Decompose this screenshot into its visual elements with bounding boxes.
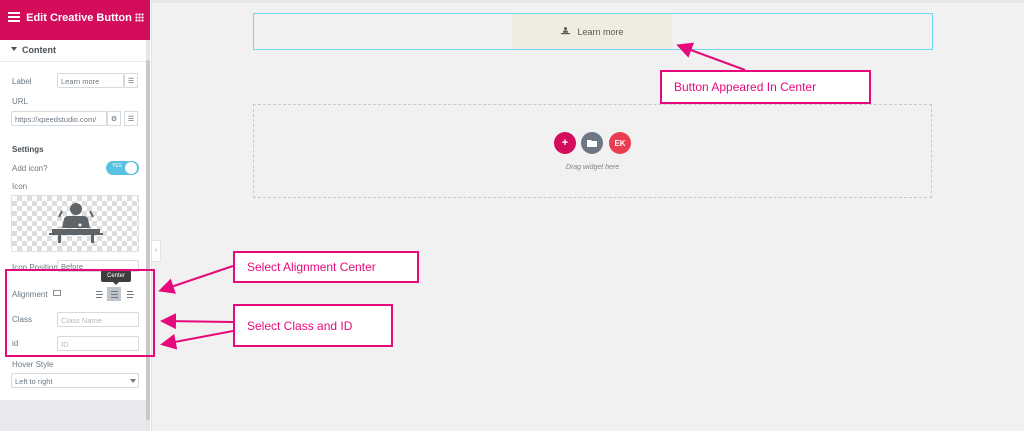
annotation-arrows (158, 42, 746, 350)
arrow-to-class (160, 313, 234, 330)
arrow-to-alignment (158, 265, 234, 294)
arrow-to-id (160, 330, 234, 350)
arrow-to-button (676, 42, 746, 71)
